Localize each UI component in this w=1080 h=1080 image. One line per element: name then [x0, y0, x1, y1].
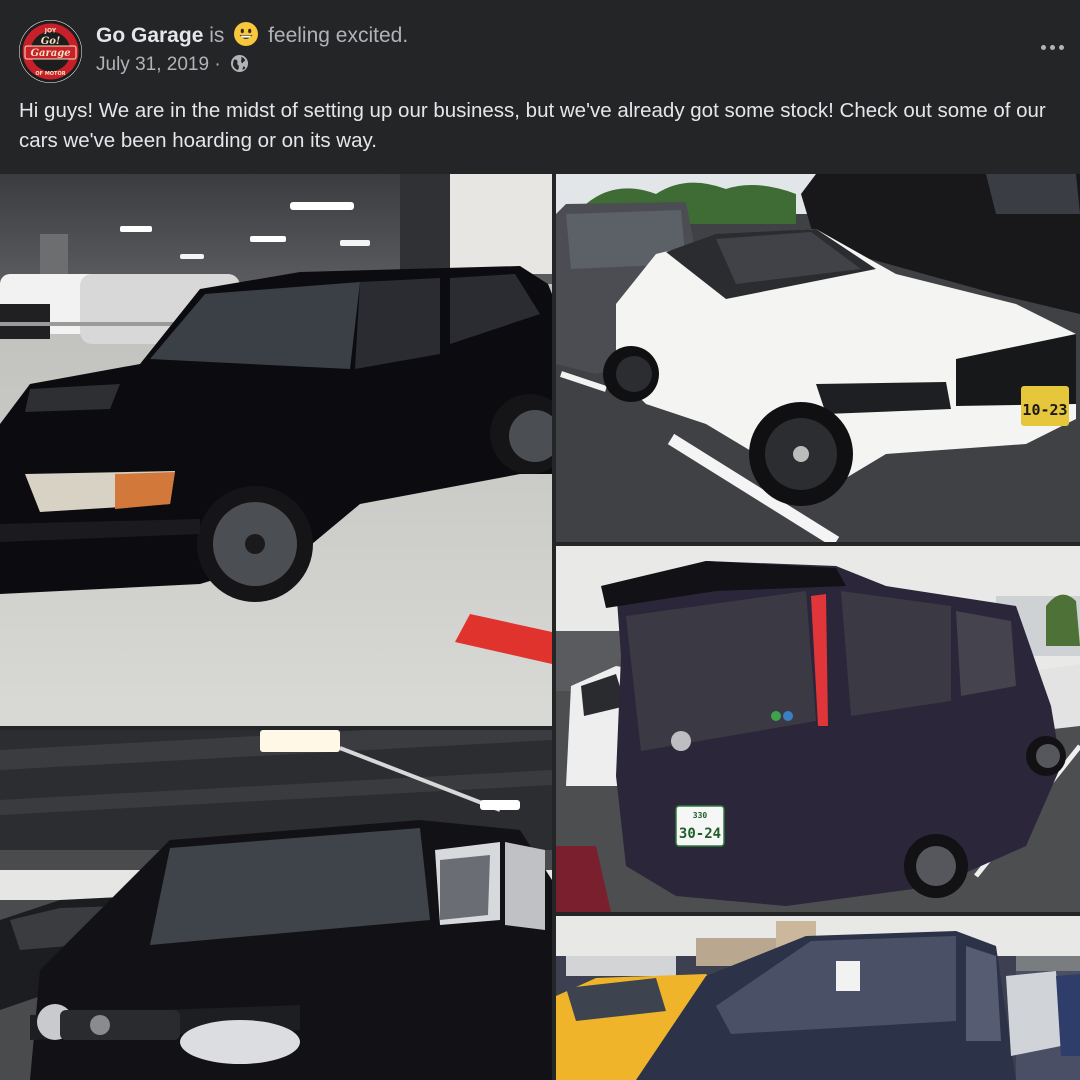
photo-black-station-wagon[interactable] — [0, 174, 552, 726]
photo-5-image — [556, 916, 1080, 1080]
logo-bottom-text: OF MOTOR — [35, 71, 65, 77]
feeling-text[interactable]: feeling excited. — [268, 24, 408, 47]
photo-3-image — [0, 730, 552, 1080]
grinning-emoji-icon — [234, 22, 259, 46]
more-options-button[interactable] — [1034, 32, 1070, 62]
photo-1-image — [0, 174, 552, 726]
photo-black-boxy-compact[interactable] — [0, 730, 552, 1080]
plate-number: 30-24 — [679, 826, 721, 842]
author-name[interactable]: Go Garage — [96, 24, 203, 47]
more-options-dot — [1058, 44, 1064, 50]
post-text: Hi guys! We are in the midst of setting … — [19, 99, 1046, 152]
photo-4-image: 330 30-24 — [556, 546, 1080, 912]
logo-top-text: JOY — [44, 28, 57, 35]
more-options-icon — [1040, 44, 1046, 50]
photo-navy-compact[interactable] — [556, 916, 1080, 1080]
photo-purple-minivan[interactable]: 330 30-24 — [556, 546, 1080, 912]
page-avatar[interactable]: JOY Go! Garage OF MOTOR — [19, 20, 82, 83]
plate-prefix: 330 — [693, 811, 708, 820]
globe-icon[interactable] — [230, 54, 249, 79]
post-meta: July 31, 2019 · — [96, 54, 249, 79]
facebook-post: JOY Go! Garage OF MOTOR Go Garage is fee… — [0, 0, 1080, 1080]
more-options-dot — [1049, 44, 1055, 50]
plate-number: 10-23 — [1022, 401, 1067, 419]
post-date[interactable]: July 31, 2019 — [96, 54, 209, 75]
meta-separator: · — [214, 54, 221, 75]
logo-garage-text: Garage — [30, 48, 70, 59]
logo-go-text: Go! — [41, 36, 61, 47]
post-header: JOY Go! Garage OF MOTOR Go Garage is fee… — [0, 0, 1080, 90]
author-line: Go Garage is feeling excited. — [96, 22, 408, 48]
go-garage-logo: JOY Go! Garage OF MOTOR — [19, 20, 82, 83]
photo-2-image: 10-23 — [556, 174, 1080, 542]
is-word: is — [209, 24, 225, 47]
photo-white-convertible[interactable]: 10-23 — [556, 174, 1080, 542]
